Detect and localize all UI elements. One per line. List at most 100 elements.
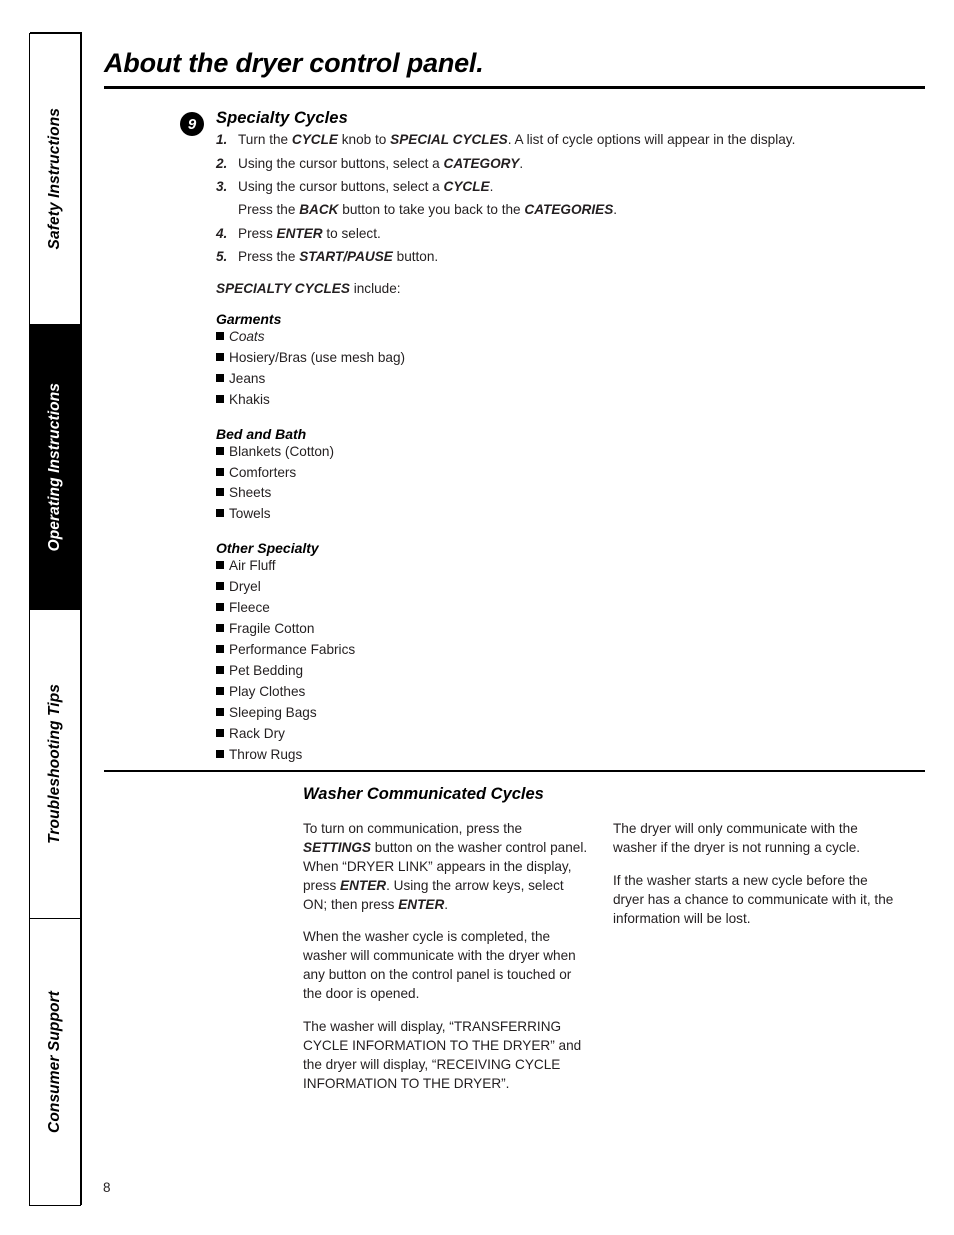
cycle-list: Blankets (Cotton) Comforters Sheets Towels: [216, 442, 916, 526]
washer-paragraph: When the washer cycle is completed, the …: [303, 929, 576, 1002]
cycle-list-item: Play Clothes: [216, 682, 916, 703]
cycle-list-item-label: Coats: [229, 328, 265, 344]
sidebar-tab-safety-instructions[interactable]: Safety Instructions: [29, 33, 82, 325]
instruction-step-number: 3.: [216, 179, 228, 195]
cycle-list-item: Coats: [216, 327, 916, 348]
instruction-step-number: 2.: [216, 155, 228, 171]
cycle-list-item-label: Pet Bedding: [229, 662, 304, 678]
square-bullet-icon: [216, 582, 224, 591]
square-bullet-icon: [216, 446, 224, 455]
square-bullet-icon: [216, 665, 224, 674]
specialty-cycles-include-line: SPECIALTY CYCLES include:: [216, 280, 401, 296]
specialty-cycles-step-list: 1. Turn the CYCLE knob to SPECIAL CYCLES.…: [216, 130, 916, 268]
washer-paragraph: If the washer starts a new cycle before …: [613, 872, 894, 926]
instruction-step: 1. Turn the CYCLE knob to SPECIAL CYCLES.…: [216, 130, 916, 151]
cycle-list-item: Throw Rugs: [216, 745, 916, 766]
cycle-list-item-label: Jeans: [229, 370, 266, 386]
cycle-list-item-label: Khakis: [229, 391, 270, 407]
cycle-list-item: Jeans: [216, 369, 916, 390]
cycle-list: Coats Hosiery/Bras (use mesh bag) Jeans Kha…: [216, 327, 916, 411]
sidebar-tab-troubleshooting-tips-label: Troubleshooting Tips: [46, 684, 64, 844]
header-divider-rule: [104, 86, 925, 89]
square-bullet-icon: [216, 373, 224, 382]
section-divider-rule: [104, 770, 925, 773]
square-bullet-icon: [216, 352, 224, 361]
square-bullet-icon: [216, 645, 224, 653]
page-number: 8: [103, 1180, 111, 1195]
square-bullet-icon: [216, 561, 224, 570]
instruction-step-number: 1.: [216, 132, 228, 147]
cycle-list-item: Comforters: [216, 463, 916, 484]
cycle-list-item-label: Sheets: [229, 485, 272, 501]
cycle-list-item-label: Sleeping Bags: [229, 704, 317, 720]
cycle-list-item-label: Air Fluff: [229, 558, 276, 574]
cycle-list-item: Fragile Cotton: [216, 619, 916, 640]
step-number-badge: 9: [180, 112, 204, 136]
instruction-step: Press the BACK button to take you back t…: [216, 200, 916, 221]
sidebar-tab-operating-instructions[interactable]: Operating Instructions: [29, 324, 82, 610]
washer-communicated-cycles-columns: To turn on communication, press the SETT…: [303, 820, 923, 1108]
cycle-list-item-label: Comforters: [229, 464, 297, 480]
instruction-step: 4. Press ENTER to select.: [216, 224, 916, 245]
square-bullet-icon: [216, 603, 224, 612]
instruction-step-number: 4.: [216, 225, 228, 241]
cycle-list-item-label: Fleece: [229, 600, 270, 616]
cycle-list-item: Fleece: [216, 598, 916, 619]
cycle-list-item: Towels: [216, 504, 916, 525]
sidebar-tab-troubleshooting-tips[interactable]: Troubleshooting Tips: [29, 609, 82, 919]
instruction-step: 5. Press the START/PAUSE button.: [216, 247, 916, 268]
washer-communicated-cycles-heading: Washer Communicated Cycles: [303, 785, 544, 803]
cycle-group-heading: Bed and Bath: [216, 425, 307, 442]
cycle-list-item-label: Play Clothes: [229, 683, 306, 699]
washer-paragraph: The dryer will only communicate with the…: [613, 821, 861, 855]
washer-paragraph: The washer will display, “TRANSFERRING C…: [303, 1019, 582, 1091]
square-bullet-icon: [216, 467, 224, 476]
square-bullet-icon: [216, 728, 224, 737]
cycle-list-item: Rack Dry: [216, 724, 916, 745]
cycle-list-item: Sleeping Bags: [216, 703, 916, 724]
instruction-step: 2. Using the cursor buttons, select a CAT…: [216, 154, 916, 175]
washer-right-column: The dryer will only communicate with the…: [613, 820, 901, 1108]
washer-communicated-cycles-section: Washer Communicated Cycles To turn on co…: [303, 785, 923, 1108]
page-title: About the dryer control panel.: [104, 48, 484, 78]
instruction-step-number: [216, 200, 238, 221]
cycle-list-item-label: Fragile Cotton: [229, 621, 315, 637]
cycle-list-item-label: Rack Dry: [229, 725, 285, 741]
sidebar-tab-consumer-support[interactable]: Consumer Support: [29, 918, 82, 1206]
cycle-list-item-label: Performance Fabrics: [229, 642, 356, 657]
square-bullet-icon: [216, 749, 224, 758]
instruction-step-text: Press the START/PAUSE button.: [238, 249, 439, 265]
cycle-list-item: Pet Bedding: [216, 661, 916, 682]
sidebar-tab-operating-instructions-label: Operating Instructions: [46, 382, 64, 552]
cycle-list-item: Hosiery/Bras (use mesh bag): [216, 348, 916, 369]
sidebar-tab-rail: Safety Instructions Operating Instructio…: [29, 32, 82, 1206]
cycle-list-item-label: Throw Rugs: [229, 746, 303, 762]
sidebar-tab-safety-instructions-label: Safety Instructions: [46, 108, 64, 250]
cycle-group-heading: Garments: [216, 310, 282, 327]
cycle-list-item-label: Towels: [229, 506, 271, 522]
square-bullet-icon: [216, 488, 224, 497]
square-bullet-icon: [216, 394, 224, 403]
square-bullet-icon: [216, 624, 224, 633]
cycle-list-item: Dryel: [216, 577, 916, 598]
square-bullet-icon: [216, 509, 224, 518]
cycle-list-item: Performance Fabrics: [216, 640, 916, 661]
instruction-step-text: Turn the CYCLE knob to SPECIAL CYCLES. A…: [238, 132, 796, 147]
sidebar-tab-consumer-support-label: Consumer Support: [46, 991, 64, 1133]
square-bullet-icon: [216, 331, 224, 340]
instruction-step-text: Using the cursor buttons, select a CYCLE…: [238, 179, 494, 195]
specialty-cycles-heading: Specialty Cycles: [216, 109, 348, 127]
instruction-step-number: 5.: [216, 249, 228, 265]
cycle-list-item: Sheets: [216, 483, 916, 504]
cycle-list-item: Air Fluff: [216, 556, 916, 577]
cycle-group-heading: Other Specialty: [216, 540, 319, 557]
specialty-cycles-groups: Garments Coats Hosiery/Bras (use mesh bag)…: [216, 311, 916, 766]
washer-paragraph: To turn on communication, press the SETT…: [303, 821, 588, 912]
instruction-step: 3. Using the cursor buttons, select a CYC…: [216, 177, 916, 198]
cycle-list-item: Khakis: [216, 390, 916, 411]
specialty-cycles-content: Specialty Cycles 1. Turn the CYCLE knob t…: [216, 109, 916, 766]
cycle-list-item-label: Blankets (Cotton): [229, 443, 335, 459]
cycle-list: Air Fluff Dryel Fleece Fragile Cotton Perfor…: [216, 556, 916, 765]
cycle-list-item-label: Hosiery/Bras (use mesh bag): [229, 349, 406, 365]
instruction-step-text: Press ENTER to select.: [238, 225, 381, 241]
